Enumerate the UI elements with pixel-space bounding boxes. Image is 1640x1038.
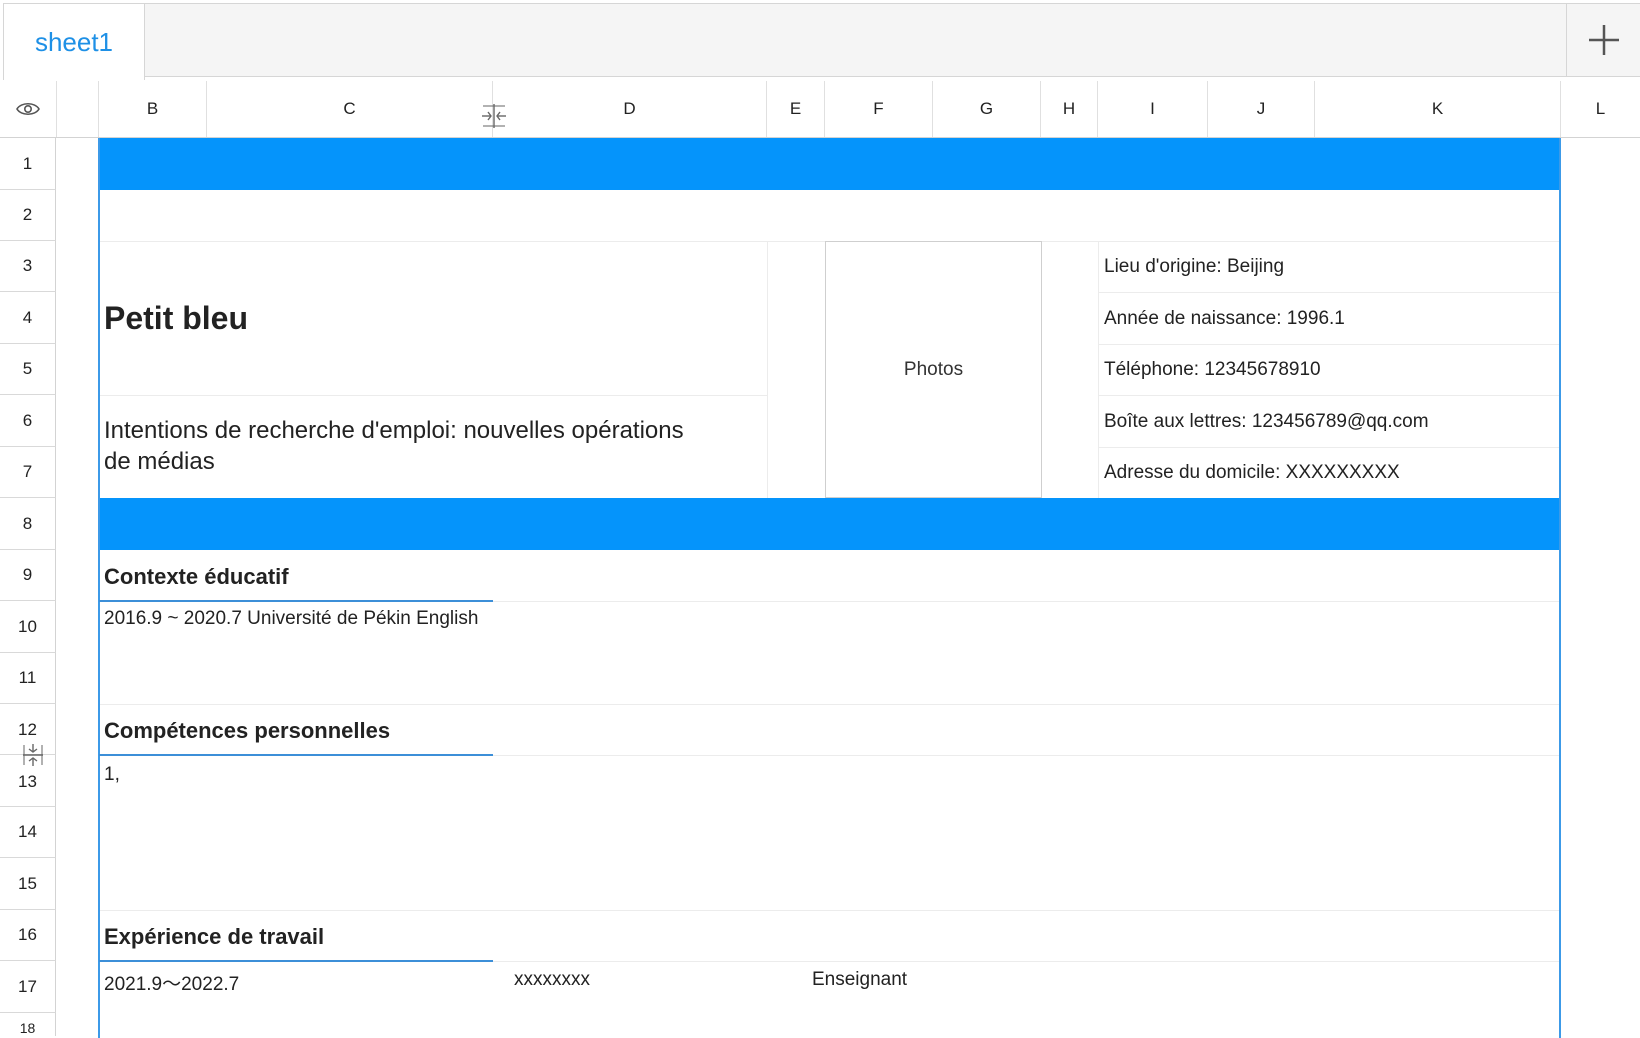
- column-header-b[interactable]: B: [99, 81, 207, 137]
- work-company[interactable]: xxxxxxxx: [514, 969, 590, 991]
- column-header-j[interactable]: J: [1208, 81, 1315, 137]
- row-header-15[interactable]: 15: [0, 858, 56, 910]
- sheet-tab-bar: [3, 3, 1640, 77]
- info-address[interactable]: Adresse du domicile: XXXXXXXXX: [1104, 462, 1400, 484]
- work-title-underline: [99, 960, 493, 962]
- row-header-10[interactable]: 10: [0, 601, 56, 653]
- column-header-h[interactable]: H: [1041, 81, 1098, 137]
- skills-section-title[interactable]: Compétences personnelles: [104, 718, 390, 744]
- column-header-c[interactable]: C: [207, 81, 493, 137]
- row-header-3[interactable]: 3: [0, 241, 56, 292]
- photo-placeholder[interactable]: Photos: [825, 241, 1042, 498]
- add-sheet-button[interactable]: [1566, 3, 1640, 77]
- column-header-f[interactable]: F: [825, 81, 933, 137]
- row-header-4[interactable]: 4: [0, 292, 56, 344]
- column-header-k[interactable]: K: [1315, 81, 1561, 137]
- column-header-l[interactable]: L: [1561, 81, 1640, 137]
- column-resize-icon[interactable]: [480, 103, 508, 129]
- row-header-8[interactable]: 8: [0, 498, 56, 550]
- skills-entry[interactable]: 1,: [104, 764, 120, 786]
- education-title-underline: [99, 600, 493, 602]
- education-section-title[interactable]: Contexte éducatif: [104, 564, 289, 590]
- column-header-a[interactable]: [57, 81, 99, 137]
- row-resize-icon[interactable]: [21, 743, 45, 767]
- info-phone[interactable]: Téléphone: 12345678910: [1104, 359, 1321, 381]
- work-role[interactable]: Enseignant: [812, 969, 907, 991]
- work-period[interactable]: 2021.9～2022.7: [104, 969, 239, 996]
- job-intention-line1[interactable]: Intentions de recherche d'emploi: nouvel…: [104, 417, 684, 445]
- info-email[interactable]: Boîte aux lettres: 123456789@qq.com: [1104, 411, 1429, 433]
- row-header-11[interactable]: 11: [0, 653, 56, 704]
- column-header-e[interactable]: E: [767, 81, 825, 137]
- row-header-17[interactable]: 17: [0, 961, 56, 1013]
- row-header-5[interactable]: 5: [0, 344, 56, 395]
- row-header-14[interactable]: 14: [0, 807, 56, 858]
- column-header-d[interactable]: D: [493, 81, 767, 137]
- tab-sheet1[interactable]: sheet1: [3, 3, 145, 80]
- row-header-7[interactable]: 7: [0, 447, 56, 498]
- work-section-title[interactable]: Expérience de travail: [104, 924, 324, 950]
- column-header-bar: B C D E F G H I J K L: [0, 81, 1640, 138]
- row-header-2[interactable]: 2: [0, 190, 56, 241]
- row-header-6[interactable]: 6: [0, 395, 56, 447]
- candidate-name[interactable]: Petit bleu: [104, 300, 248, 337]
- education-entry[interactable]: 2016.9 ~ 2020.7 Université de Pékin Engl…: [104, 608, 478, 630]
- column-header-i[interactable]: I: [1098, 81, 1208, 137]
- row-header-16[interactable]: 16: [0, 910, 56, 961]
- info-birth-year[interactable]: Année de naissance: 1996.1: [1104, 308, 1345, 330]
- row-header-1[interactable]: 1: [0, 138, 56, 190]
- row-header-9[interactable]: 9: [0, 550, 56, 601]
- column-header-g[interactable]: G: [933, 81, 1041, 137]
- info-origin[interactable]: Lieu d'origine: Beijing: [1104, 256, 1284, 278]
- eye-icon: [16, 102, 40, 116]
- row-header-18[interactable]: 18: [0, 1013, 56, 1036]
- job-intention-line2[interactable]: de médias: [104, 448, 215, 476]
- skills-title-underline: [99, 754, 493, 756]
- visibility-toggle[interactable]: [0, 81, 57, 137]
- plus-icon: [1588, 25, 1619, 55]
